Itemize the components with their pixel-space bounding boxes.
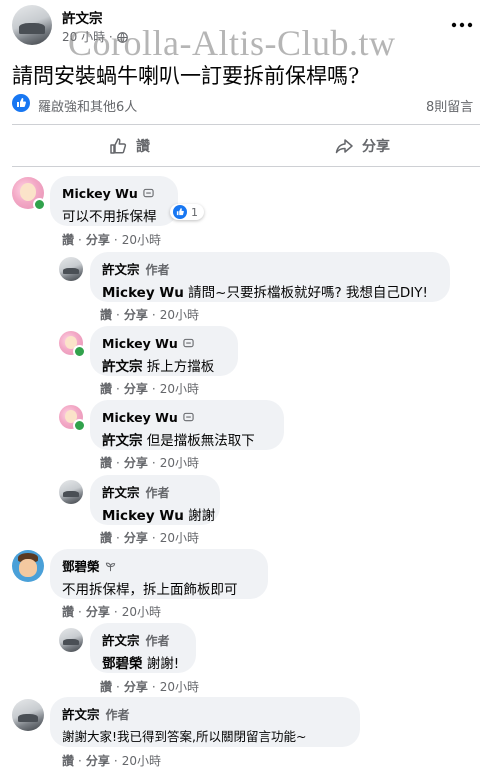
- sprout-icon: [105, 562, 115, 572]
- commenter-avatar[interactable]: [12, 699, 44, 731]
- share-button[interactable]: 分享: [334, 136, 390, 156]
- comment-time[interactable]: 20小時: [160, 308, 199, 322]
- comment-text: 不用拆保桿，拆上面飾板即可: [62, 582, 238, 598]
- comment-share-button[interactable]: 分享: [124, 382, 148, 396]
- comment-actions: 讚 · 分享 · 20小時: [100, 308, 199, 322]
- commenter-name[interactable]: 鄧碧榮: [62, 559, 100, 574]
- comment-text: 謝謝: [188, 508, 216, 524]
- comment-like-button[interactable]: 讚: [62, 605, 74, 619]
- mention[interactable]: Mickey Wu: [102, 285, 184, 301]
- like-reaction-icon[interactable]: [12, 94, 30, 112]
- comment-share-button[interactable]: 分享: [124, 680, 148, 694]
- comment-text: 可以不用拆保桿: [62, 209, 157, 225]
- comment-time[interactable]: 20小時: [122, 754, 161, 768]
- comment-time[interactable]: 20小時: [160, 382, 199, 396]
- comment-time[interactable]: 20小時: [122, 233, 161, 247]
- mention[interactable]: 許文宗: [102, 433, 143, 449]
- comment-actions: 讚 · 分享 · 20小時: [62, 233, 161, 247]
- reactions-text[interactable]: 羅啟強和其他6人: [38, 96, 137, 115]
- comment-actions: 讚 · 分享 · 20小時: [100, 456, 199, 470]
- comment-text: 拆上方擋板: [146, 359, 215, 375]
- comment-reaction-badge[interactable]: 1: [170, 204, 204, 220]
- commenter-avatar[interactable]: [12, 550, 44, 582]
- mention[interactable]: Mickey Wu: [102, 508, 184, 524]
- comment-share-button[interactable]: 分享: [124, 456, 148, 470]
- comment-text: 謝謝大家!我已得到答案,所以關閉留言功能~: [62, 729, 307, 744]
- author-tag: 作者: [105, 708, 130, 722]
- comment-time[interactable]: 20小時: [160, 531, 199, 545]
- divider-top: [12, 124, 480, 125]
- comment-bubble: 鄧碧榮 不用拆保桿，拆上面飾板即可: [50, 549, 268, 599]
- mention[interactable]: 許文宗: [102, 359, 143, 375]
- comment-bubble: Mickey Wu 可以不用拆保桿: [50, 176, 178, 226]
- mention[interactable]: 鄧碧榮: [102, 656, 143, 672]
- comment-like-button[interactable]: 讚: [100, 456, 112, 470]
- commenter-name[interactable]: Mickey Wu: [102, 410, 178, 425]
- thumbs-up-icon: [110, 138, 127, 154]
- comment-bubble: Mickey Wu 許文宗 拆上方擋板: [90, 326, 238, 376]
- comment-like-button[interactable]: 讚: [62, 233, 74, 247]
- like-icon: [173, 205, 187, 219]
- comment-actions: 讚 · 分享 · 20小時: [100, 382, 199, 396]
- comment-like-button[interactable]: 讚: [100, 680, 112, 694]
- comment-time[interactable]: 20小時: [122, 605, 161, 619]
- messenger-icon: [143, 188, 154, 198]
- like-button[interactable]: 讚: [108, 136, 150, 156]
- watermark: Corolla-Altis-Club.tw: [68, 23, 396, 63]
- comment-actions: 讚 · 分享 · 20小時: [100, 531, 199, 545]
- commenter-name[interactable]: 許文宗: [102, 262, 140, 277]
- post-author-avatar[interactable]: [12, 5, 52, 45]
- messenger-icon: [183, 338, 194, 348]
- comment-like-button[interactable]: 讚: [100, 531, 112, 545]
- comment-like-button[interactable]: 讚: [100, 382, 112, 396]
- comments-count[interactable]: 8則留言: [426, 96, 473, 115]
- comment-bubble: Mickey Wu 許文宗 但是擋板無法取下: [90, 400, 284, 450]
- commenter-name[interactable]: 許文宗: [62, 707, 100, 722]
- comment-like-button[interactable]: 讚: [100, 308, 112, 322]
- commenter-avatar[interactable]: [59, 480, 83, 504]
- author-tag: 作者: [145, 486, 170, 500]
- online-indicator: [73, 345, 86, 358]
- post-title: 請問安裝蝸牛喇叭一訂要拆前保桿嗎?: [12, 64, 360, 88]
- divider-bottom: [12, 166, 480, 167]
- comment-text: 但是擋板無法取下: [146, 433, 255, 449]
- ellipsis-icon[interactable]: [450, 14, 474, 28]
- commenter-avatar[interactable]: [59, 628, 83, 652]
- commenter-name[interactable]: Mickey Wu: [62, 186, 138, 201]
- like-button-label: 讚: [136, 139, 150, 155]
- commenter-name[interactable]: Mickey Wu: [102, 336, 178, 351]
- reaction-count: 1: [191, 205, 198, 219]
- comment-bubble: 許文宗 作者 Mickey Wu 請問~只要拆檔板就好嗎? 我想自己DIY!: [90, 252, 450, 302]
- comment-actions: 讚 · 分享 · 20小時: [62, 754, 161, 768]
- comment-actions: 讚 · 分享 · 20小時: [100, 680, 199, 694]
- comment-share-button[interactable]: 分享: [124, 308, 148, 322]
- comment-share-button[interactable]: 分享: [124, 531, 148, 545]
- online-indicator: [33, 198, 46, 211]
- comment-bubble: 許文宗 作者 鄧碧榮 謝謝!: [90, 623, 196, 673]
- share-button-label: 分享: [362, 139, 390, 155]
- messenger-icon: [183, 412, 194, 422]
- comment-bubble: 許文宗 作者 Mickey Wu 謝謝: [90, 475, 220, 525]
- comment-text: 請問~只要拆檔板就好嗎? 我想自己DIY!: [188, 285, 428, 301]
- comment-text: 謝謝!: [146, 656, 180, 672]
- share-icon: [335, 139, 353, 154]
- comment-share-button[interactable]: 分享: [86, 754, 110, 768]
- comment-time[interactable]: 20小時: [160, 456, 199, 470]
- comment-bubble: 許文宗 作者 謝謝大家!我已得到答案,所以關閉留言功能~: [50, 697, 360, 747]
- author-tag: 作者: [145, 263, 170, 277]
- comment-share-button[interactable]: 分享: [86, 605, 110, 619]
- commenter-name[interactable]: 許文宗: [102, 485, 140, 500]
- comment-actions: 讚 · 分享 · 20小時: [62, 605, 161, 619]
- commenter-name[interactable]: 許文宗: [102, 633, 140, 648]
- comment-like-button[interactable]: 讚: [62, 754, 74, 768]
- commenter-avatar[interactable]: [59, 257, 83, 281]
- author-tag: 作者: [145, 634, 170, 648]
- comment-time[interactable]: 20小時: [160, 680, 199, 694]
- comment-share-button[interactable]: 分享: [86, 233, 110, 247]
- online-indicator: [73, 419, 86, 432]
